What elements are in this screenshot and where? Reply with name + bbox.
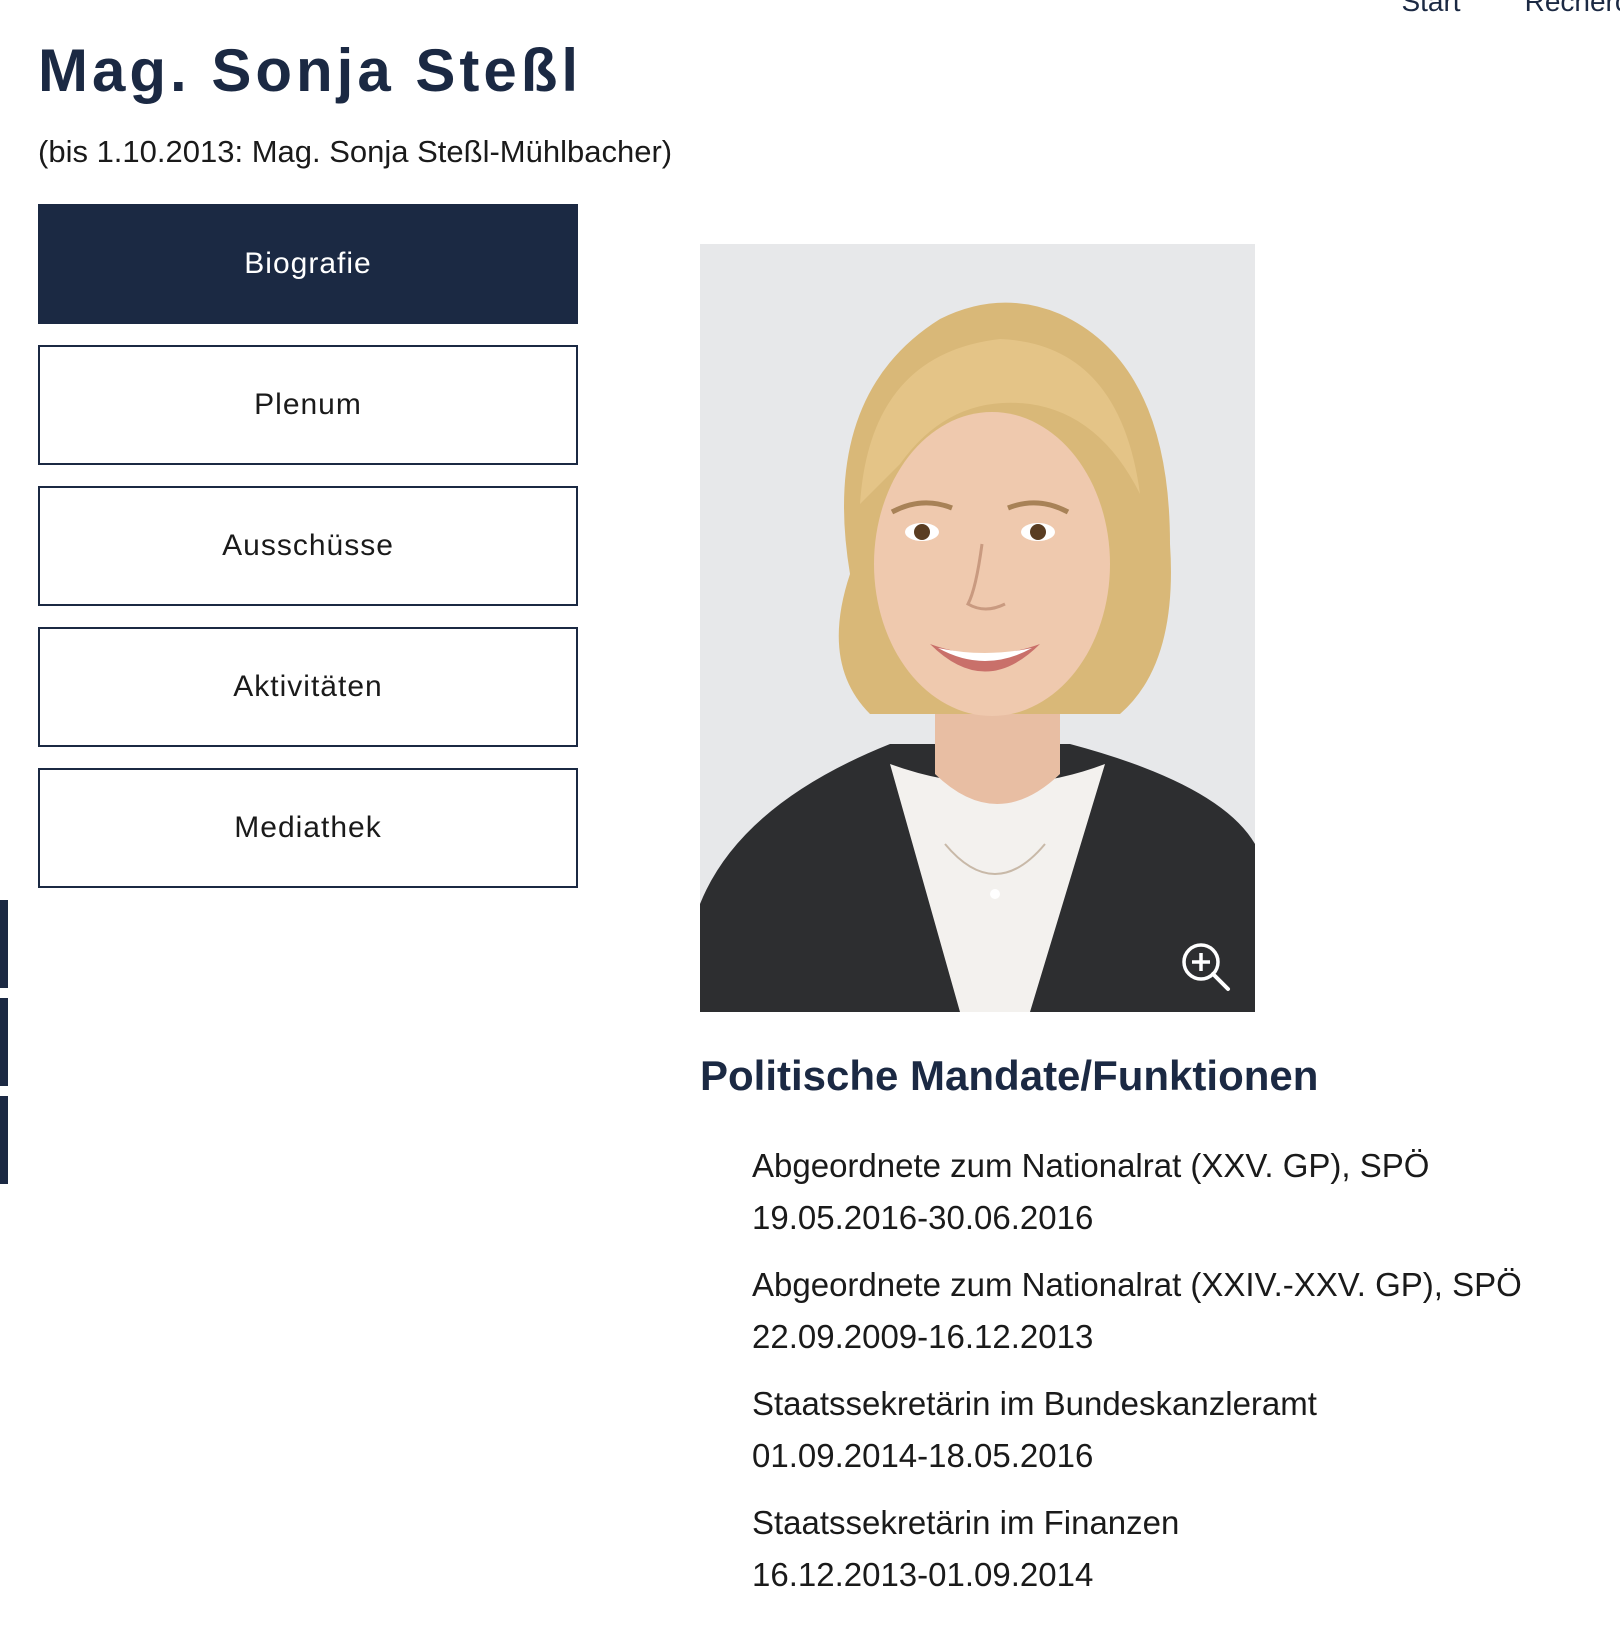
tab-plenum[interactable]: Plenum (38, 345, 578, 465)
portrait-illustration (700, 244, 1255, 1012)
mandate-item: Abgeordnete zum Nationalrat (XXV. GP), S… (752, 1140, 1602, 1244)
top-navigation: Start Recherche (1401, 0, 1620, 18)
mandate-period: 22.09.2009-16.12.2013 (752, 1318, 1094, 1355)
nav-recherche-link[interactable]: Recherche (1525, 0, 1620, 18)
tab-ausschuesse[interactable]: Ausschüsse (38, 486, 578, 606)
mandate-period: 01.09.2014-18.05.2016 (752, 1437, 1094, 1474)
former-name-note: (bis 1.10.2013: Mag. Sonja Steßl-Mühlbac… (38, 134, 673, 169)
mandate-item: Staatssekretärin im Bundeskanzleramt 01.… (752, 1378, 1602, 1482)
mandate-title: Abgeordnete zum Nationalrat (XXV. GP), S… (752, 1147, 1430, 1184)
mandate-title: Staatssekretärin im Finanzen (752, 1504, 1180, 1541)
mandate-item: Abgeordnete zum Nationalrat (XXIV.-XXV. … (752, 1259, 1602, 1363)
zoom-in-icon[interactable] (1179, 940, 1233, 994)
side-share-button[interactable] (0, 998, 8, 1086)
page-title: Mag. Sonja Steßl (38, 37, 583, 104)
side-share-button[interactable] (0, 900, 8, 988)
portrait-photo[interactable] (700, 244, 1255, 1012)
mandate-period: 16.12.2013-01.09.2014 (752, 1556, 1094, 1593)
mandate-item: Staatssekretärin im Finanzen 16.12.2013-… (752, 1497, 1602, 1601)
mandate-list: Abgeordnete zum Nationalrat (XXV. GP), S… (752, 1140, 1602, 1616)
mandates-heading: Politische Mandate/Funktionen (700, 1052, 1319, 1099)
mandate-period: 19.05.2016-30.06.2016 (752, 1199, 1094, 1236)
nav-start-link[interactable]: Start (1401, 0, 1460, 18)
tab-aktivitaeten[interactable]: Aktivitäten (38, 627, 578, 747)
profile-tabs: Biografie Plenum Ausschüsse Aktivitäten … (38, 204, 578, 909)
tab-biografie[interactable]: Biografie (38, 204, 578, 324)
mandate-title: Abgeordnete zum Nationalrat (XXIV.-XXV. … (752, 1266, 1522, 1303)
mandate-title: Staatssekretärin im Bundeskanzleramt (752, 1385, 1317, 1422)
tab-mediathek[interactable]: Mediathek (38, 768, 578, 888)
side-share-button[interactable] (0, 1096, 8, 1184)
